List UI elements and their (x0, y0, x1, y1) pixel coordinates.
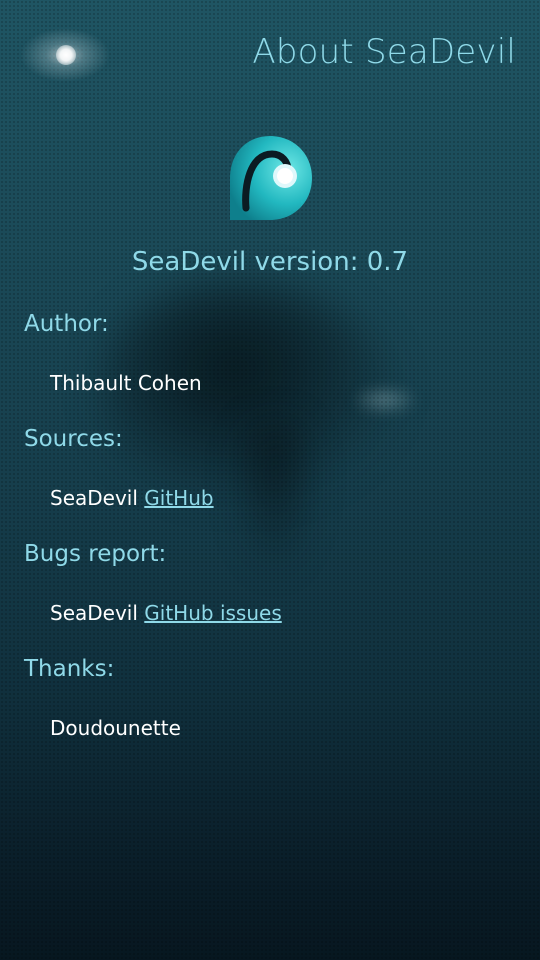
bugs-report-heading: Bugs report: (24, 541, 167, 567)
github-issues-link[interactable]: GitHub issues (144, 601, 281, 625)
app-version-label: SeaDevil version: 0.7 (131, 247, 409, 277)
sources-line: SeaDevil GitHub (50, 486, 214, 510)
about-page: About SeaDevil SeaDevil version: 0.7 Aut… (0, 0, 540, 960)
sources-heading: Sources: (24, 426, 123, 452)
author-name: Thibault Cohen (50, 371, 202, 395)
bugs-prefix: SeaDevil (50, 601, 138, 625)
thanks-name: Doudounette (50, 716, 181, 740)
thanks-heading: Thanks: (24, 656, 115, 682)
page-content: About SeaDevil SeaDevil version: 0.7 Aut… (0, 0, 540, 960)
github-link[interactable]: GitHub (144, 486, 213, 510)
seadevil-logo-icon (230, 136, 312, 220)
sources-prefix: SeaDevil (50, 486, 138, 510)
author-heading: Author: (24, 311, 109, 337)
page-title: About SeaDevil (252, 32, 516, 72)
bugs-report-line: SeaDevil GitHub issues (50, 601, 282, 625)
